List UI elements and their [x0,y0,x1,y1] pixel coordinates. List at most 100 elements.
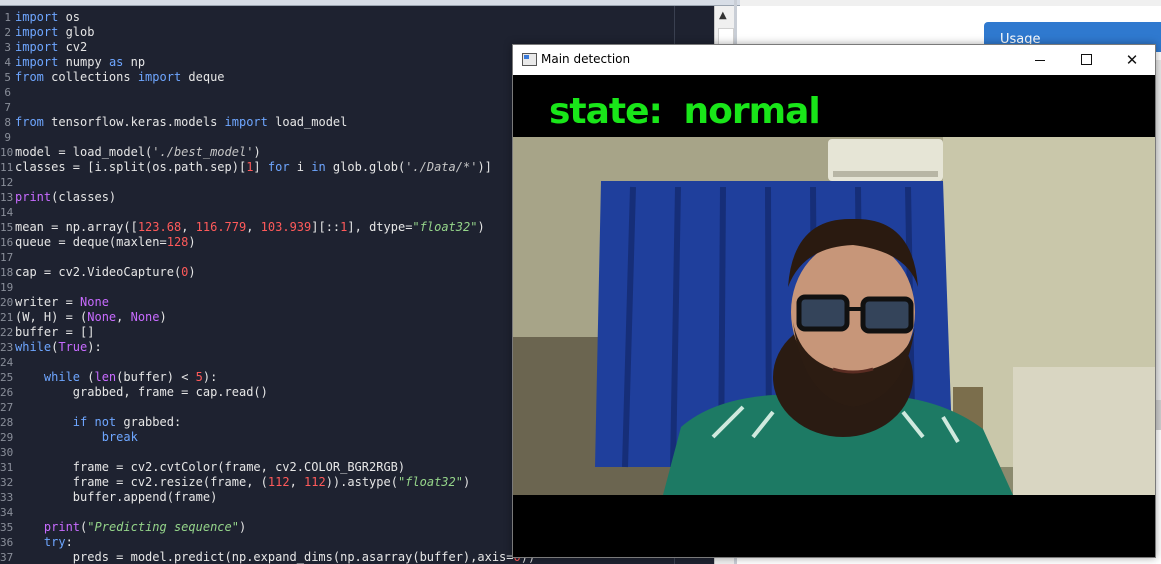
code-text: import glob [15,25,95,39]
line-number: 27 [0,401,14,414]
code-line[interactable]: 12 [0,175,535,190]
line-number: 19 [0,281,14,294]
code-line[interactable]: 7 [0,100,535,115]
code-text: grabbed, frame = cap.read() [15,385,268,399]
line-number: 34 [0,506,14,519]
line-number: 30 [0,446,14,459]
code-line[interactable]: 5 from collections import deque [0,70,535,85]
code-text: print("Predicting sequence") [43,520,247,534]
code-line[interactable]: 4 import numpy as np [0,55,535,70]
line-number: 1 [4,11,11,24]
line-number: 17 [0,251,14,264]
code-line[interactable]: 33 buffer.append(frame) [0,490,535,505]
code-text: frame = cv2.resize(frame, (112, 112)).as… [15,475,471,489]
code-line[interactable]: 18 cap = cv2.VideoCapture(0) [0,265,535,280]
line-number: 10 [0,146,14,159]
line-number: 18 [0,266,14,279]
code-text: print(classes) [15,190,117,204]
line-number: 7 [4,101,11,114]
code-line[interactable]: 27 [0,400,535,415]
code-line[interactable]: 20 writer = None [0,295,535,310]
code-line[interactable]: 17 [0,250,535,265]
code-line[interactable]: 14 [0,205,535,220]
window-title: Main detection [541,52,631,66]
line-number: 26 [0,386,14,399]
line-number: 23 [0,341,14,354]
code-text: writer = None [15,295,109,309]
line-number: 5 [4,71,11,84]
code-line[interactable]: 16 queue = deque(maxlen=128) [0,235,535,250]
code-line[interactable]: 6 [0,85,535,100]
window-titlebar[interactable]: Main detection ✕ [513,45,1155,75]
line-number: 24 [0,356,14,369]
state-label: state: normal [549,91,821,132]
line-number: 31 [0,461,14,474]
code-text: model = load_model('./best_model') [15,145,261,159]
code-line[interactable]: 15 mean = np.array([123.68, 116.779, 103.… [0,220,535,235]
code-text: import cv2 [15,40,88,54]
line-number: 28 [0,416,14,429]
line-number: 13 [0,191,14,204]
code-line[interactable]: 30 [0,445,535,460]
webcam-frame [513,137,1155,495]
line-number: 15 [0,221,14,234]
code-line[interactable]: 32 frame = cv2.resize(frame, (112, 112))… [0,475,535,490]
code-line[interactable]: 1 import os [0,10,535,25]
webcam-image [513,137,1155,495]
line-number: 14 [0,206,14,219]
code-line[interactable]: 9 [0,130,535,145]
close-icon: ✕ [1125,51,1139,69]
code-line[interactable]: 31 frame = cv2.cvtColor(frame, cv2.COLOR… [0,460,535,475]
code-text: buffer.append(frame) [15,490,218,504]
code-line[interactable]: 28 if not grabbed: [0,415,535,430]
line-number: 9 [4,131,11,144]
code-line[interactable]: 24 [0,355,535,370]
minimize-button[interactable] [1017,45,1063,75]
code-line[interactable]: 23 while(True): [0,340,535,355]
app-icon [522,53,537,66]
code-line[interactable]: 34 [0,505,535,520]
maximize-button[interactable] [1063,45,1109,75]
code-text: import numpy as np [15,55,146,69]
line-number: 29 [0,431,14,444]
code-line[interactable]: 36 try: [0,535,535,550]
code-text: while(True): [15,340,102,354]
code-line[interactable]: 19 [0,280,535,295]
main-detection-window[interactable]: Main detection ✕ state: normal [512,44,1156,558]
code-text: classes = [i.split(os.path.sep)[1] for i… [15,160,492,174]
code-line[interactable]: 25 while (len(buffer) < 5): [0,370,535,385]
code-line[interactable]: 11 classes = [i.split(os.path.sep)[1] for… [0,160,535,175]
code-line[interactable]: 3 import cv2 [0,40,535,55]
code-text: if not grabbed: [72,415,182,429]
line-number: 2 [4,26,11,39]
code-line[interactable]: 29 break [0,430,535,445]
code-text: cap = cv2.VideoCapture(0) [15,265,196,279]
code-text: break [101,430,138,444]
code-line[interactable]: 22 buffer = [] [0,325,535,340]
code-line[interactable]: 35 print("Predicting sequence") [0,520,535,535]
code-text: (W, H) = (None, None) [15,310,167,324]
code-text: buffer = [] [15,325,95,339]
code-text: preds = model.predict(np.expand_dims(np.… [15,550,535,564]
code-line[interactable]: 21 (W, H) = (None, None) [0,310,535,325]
line-number: 37 [0,551,14,564]
line-number: 36 [0,536,14,549]
code-line[interactable]: 10 model = load_model('./best_model') [0,145,535,160]
code-text: frame = cv2.cvtColor(frame, cv2.COLOR_BG… [15,460,406,474]
code-text: queue = deque(maxlen=128) [15,235,196,249]
code-lines[interactable]: 1 import os 2 import glob 3 import cv2 4 import… [0,10,535,564]
line-number: 3 [4,41,11,54]
code-line[interactable]: 8 from tensorflow.keras.models import loa… [0,115,535,130]
line-number: 4 [4,56,11,69]
code-text: from tensorflow.keras.models import load… [15,115,348,129]
scroll-up-icon[interactable]: ▲ [719,10,727,21]
line-number: 20 [0,296,14,309]
code-line[interactable]: 26 grabbed, frame = cap.read() [0,385,535,400]
code-line[interactable]: 37 preds = model.predict(np.expand_dims(… [0,550,535,564]
line-number: 21 [0,311,14,324]
code-line[interactable]: 2 import glob [0,25,535,40]
code-text: import os [15,10,81,24]
close-button[interactable]: ✕ [1109,45,1155,75]
line-number: 35 [0,521,14,534]
code-line[interactable]: 13 print(classes) [0,190,535,205]
